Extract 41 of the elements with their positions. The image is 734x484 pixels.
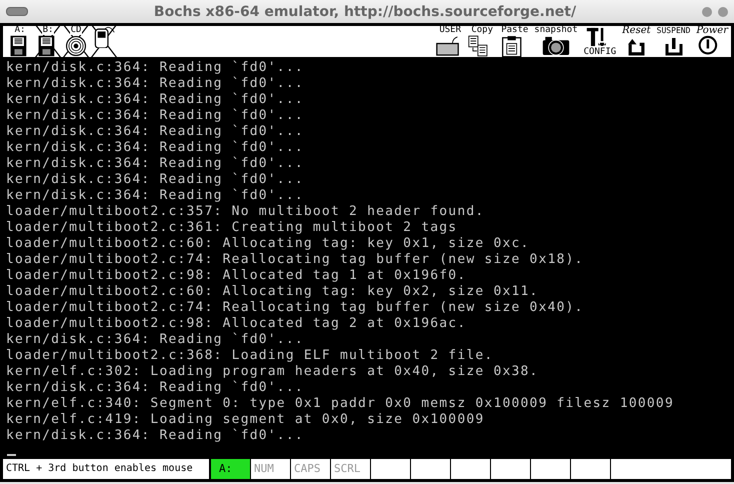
console-line: loader/multiboot2.c:357: No multiboot 2 header found. xyxy=(6,204,486,220)
suspend-button[interactable]: SUSPEND xyxy=(656,26,692,57)
window-title: Bochs x86-64 emulator, http://bochs.sourceforge.net/ xyxy=(152,4,578,20)
console-line: loader/multiboot2.c:60: Allocating tag: key 0x2, size 0x11. xyxy=(6,284,540,300)
paste-button[interactable]: Paste xyxy=(500,26,530,57)
console-line: kern/disk.c:364: Reading `fd0'... xyxy=(6,92,305,108)
reset-button[interactable]: Reset xyxy=(621,26,652,57)
console-line: kern/disk.c:364: Reading `fd0'... xyxy=(6,156,305,172)
console-line: kern/disk.c:364: Reading `fd0'... xyxy=(6,108,305,124)
console-line: kern/disk.c:364: Reading `fd0'... xyxy=(6,76,305,92)
console-line: loader/multiboot2.c:74: Reallocating tag buffer (new size 0x18). xyxy=(6,252,585,268)
power-button[interactable]: Power xyxy=(695,26,729,57)
console-line: kern/disk.c:364: Reading `fd0'... xyxy=(6,380,305,396)
console-line: kern/elf.c:302: Loading program headers at 0x40, size 0x38. xyxy=(6,364,540,380)
console-line: kern/elf.c:340: Segment 0: type 0x1 paddr 0x0 memsz 0x100009 filesz 100009 xyxy=(6,396,675,412)
console-line: kern/disk.c:364: Reading `fd0'... xyxy=(6,332,305,348)
console-line: loader/multiboot2.c:361: Creating multiboot 2 tags xyxy=(6,220,458,236)
console-line: kern/disk.c:364: Reading `fd0'... xyxy=(6,428,305,444)
snapshot-button[interactable]: snapshot xyxy=(533,26,579,57)
status-indicator: NUM xyxy=(251,459,291,479)
copy-button[interactable]: Copy xyxy=(468,26,496,57)
status-indicator: CAPS xyxy=(291,459,331,479)
console-line: kern/disk.c:364: Reading `fd0'... xyxy=(6,124,305,140)
config-button[interactable]: CONFIG xyxy=(582,26,618,57)
status-indicator: SCRL xyxy=(331,459,371,479)
console-line: loader/multiboot2.c:74: Reallocating tag buffer (new size 0x40). xyxy=(6,300,585,316)
console-line: loader/multiboot2.c:368: Loading ELF multiboot 2 file. xyxy=(6,348,494,364)
console-line: loader/multiboot2.c:98: Allocated tag 1 at 0x196f0. xyxy=(6,268,468,284)
console-line: loader/multiboot2.c:98: Allocated tag 2 at 0x196ac. xyxy=(6,316,468,332)
console-line: kern/elf.c:419: Loading segment at 0x0, size 0x100009 xyxy=(6,412,486,428)
console-line: loader/multiboot2.c:60: Allocating tag: key 0x1, size 0xc. xyxy=(6,236,531,252)
reset-icon xyxy=(627,38,646,56)
console-line: kern/disk.c:364: Reading `fd0'... xyxy=(6,172,305,188)
console-line: kern/disk.c:364: Reading `fd0'... xyxy=(6,188,305,204)
console-line: kern/disk.c:364: Reading `fd0'... xyxy=(6,60,305,76)
floppy-button[interactable]: A: xyxy=(6,26,34,57)
window-menu-button[interactable] xyxy=(6,7,28,16)
mouse-icon xyxy=(93,26,115,48)
status-indicator: A: xyxy=(211,459,251,479)
suspend-icon xyxy=(664,38,683,56)
console-line: kern/disk.c:364: Reading `fd0'... xyxy=(6,140,305,156)
